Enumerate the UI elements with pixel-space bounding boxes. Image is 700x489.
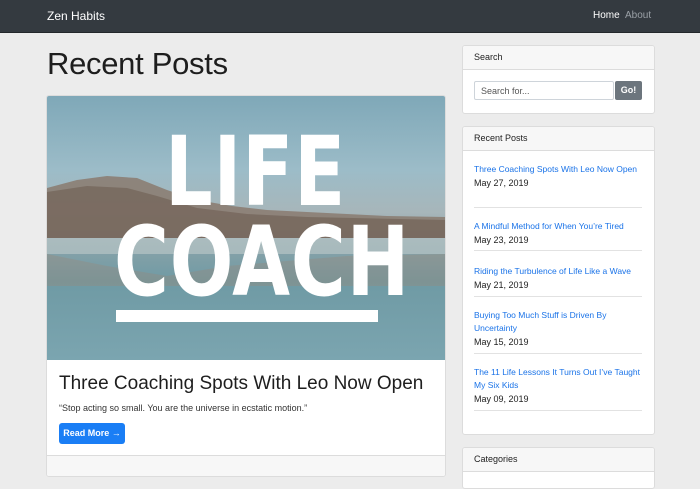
recent-post-link[interactable]: Riding the Turbulence of Life Like a Wav…: [474, 265, 642, 278]
nav-link-home[interactable]: Home: [593, 10, 620, 21]
search-input[interactable]: Search for...: [474, 81, 614, 100]
search-widget-header: Search: [463, 46, 654, 70]
search-go-button[interactable]: Go!: [615, 81, 642, 100]
recent-posts-widget: Recent Posts Three Coaching Spots With L…: [462, 126, 655, 435]
post-hero-image[interactable]: LIFE COACH: [47, 96, 445, 360]
recent-post-date: May 27, 2019: [474, 178, 529, 188]
hero-underline: [116, 310, 378, 322]
recent-post-link[interactable]: A Mindful Method for When You’re Tired: [474, 220, 642, 233]
read-more-button[interactable]: Read More →: [59, 423, 125, 444]
post-card: LIFE COACH Three Coaching Spots With Leo…: [46, 95, 446, 477]
categories-widget: Categories: [462, 447, 655, 489]
list-item: Buying Too Much Stuff is Driven By Uncer…: [474, 309, 642, 354]
recent-post-link[interactable]: The 11 Life Lessons It Turns Out I’ve Ta…: [474, 366, 642, 392]
recent-post-date: May 21, 2019: [474, 280, 529, 290]
hero-text-coach: COACH: [114, 206, 411, 318]
list-item: Riding the Turbulence of Life Like a Wav…: [474, 265, 642, 297]
recent-post-date: May 09, 2019: [474, 394, 529, 404]
top-navbar: Zen Habits Home About: [0, 0, 700, 33]
recent-post-link[interactable]: Three Coaching Spots With Leo Now Open: [474, 163, 642, 176]
list-item: The 11 Life Lessons It Turns Out I’ve Ta…: [474, 366, 642, 411]
recent-post-date: May 15, 2019: [474, 337, 529, 347]
post-card-footer: [47, 455, 445, 476]
list-item: Three Coaching Spots With Leo Now Open M…: [474, 163, 642, 208]
recent-posts-header: Recent Posts: [463, 127, 654, 151]
search-widget: Search Search for... Go!: [462, 45, 655, 114]
recent-post-link[interactable]: Buying Too Much Stuff is Driven By Uncer…: [474, 309, 642, 335]
post-excerpt: “Stop acting so small. You are the unive…: [59, 403, 308, 413]
site-brand[interactable]: Zen Habits: [47, 9, 105, 23]
post-title[interactable]: Three Coaching Spots With Leo Now Open: [59, 373, 423, 395]
categories-header: Categories: [463, 448, 654, 472]
page-title: Recent Posts: [47, 46, 228, 81]
nav-link-about[interactable]: About: [625, 10, 651, 21]
recent-post-date: May 23, 2019: [474, 235, 529, 245]
list-item: A Mindful Method for When You’re Tired M…: [474, 220, 642, 251]
